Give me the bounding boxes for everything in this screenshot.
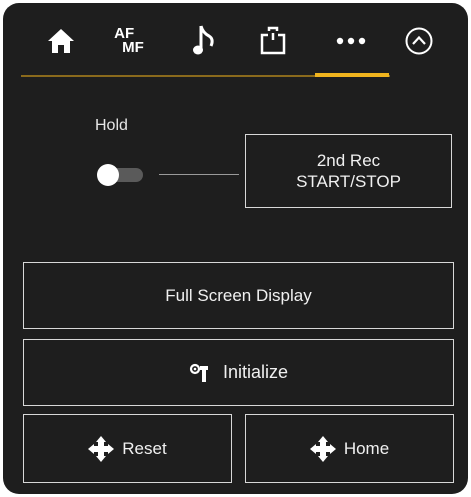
music-note-icon — [193, 25, 214, 55]
move-arrows-icon — [309, 435, 336, 462]
initialize-icon — [189, 363, 211, 383]
active-tab-indicator — [315, 73, 389, 77]
tab-camera-mount[interactable] — [243, 17, 303, 65]
second-rec-label-line2: START/STOP — [296, 172, 401, 191]
tab-af-mf[interactable]: AF MF — [99, 17, 159, 65]
home-icon — [48, 29, 74, 53]
reset-button[interactable]: Reset — [23, 414, 232, 483]
initialize-button[interactable]: Initialize — [23, 339, 454, 406]
control-panel: AF MF Hold 2nd Rec START/STOP Full Scree… — [3, 3, 468, 494]
hold-label: Hold — [95, 117, 128, 134]
home-label: Home — [343, 438, 390, 458]
connector-line — [159, 174, 239, 175]
af-mf-icon: AF MF — [114, 26, 144, 56]
hold-toggle[interactable] — [95, 164, 151, 186]
collapse-button[interactable] — [389, 17, 449, 65]
mf-label: MF — [122, 39, 144, 56]
hold-toggle-knob — [97, 164, 119, 186]
tab-home[interactable] — [31, 17, 91, 65]
full-screen-display-label: Full Screen Display — [165, 285, 312, 305]
move-arrows-icon — [88, 435, 115, 462]
second-rec-start-stop-button[interactable]: 2nd Rec START/STOP — [245, 134, 452, 208]
home-button[interactable]: Home — [245, 414, 454, 483]
tab-bar: AF MF — [3, 3, 468, 79]
collapse-chevron-icon — [405, 27, 433, 55]
full-screen-display-button[interactable]: Full Screen Display — [23, 262, 454, 329]
reset-label: Reset — [122, 438, 167, 458]
tab-audio[interactable] — [175, 17, 235, 65]
second-rec-label-line1: 2nd Rec — [316, 151, 381, 170]
camera-mount-icon — [260, 26, 286, 55]
tab-more[interactable] — [321, 17, 381, 65]
more-dots-icon — [336, 37, 366, 45]
initialize-label: Initialize — [222, 362, 289, 382]
